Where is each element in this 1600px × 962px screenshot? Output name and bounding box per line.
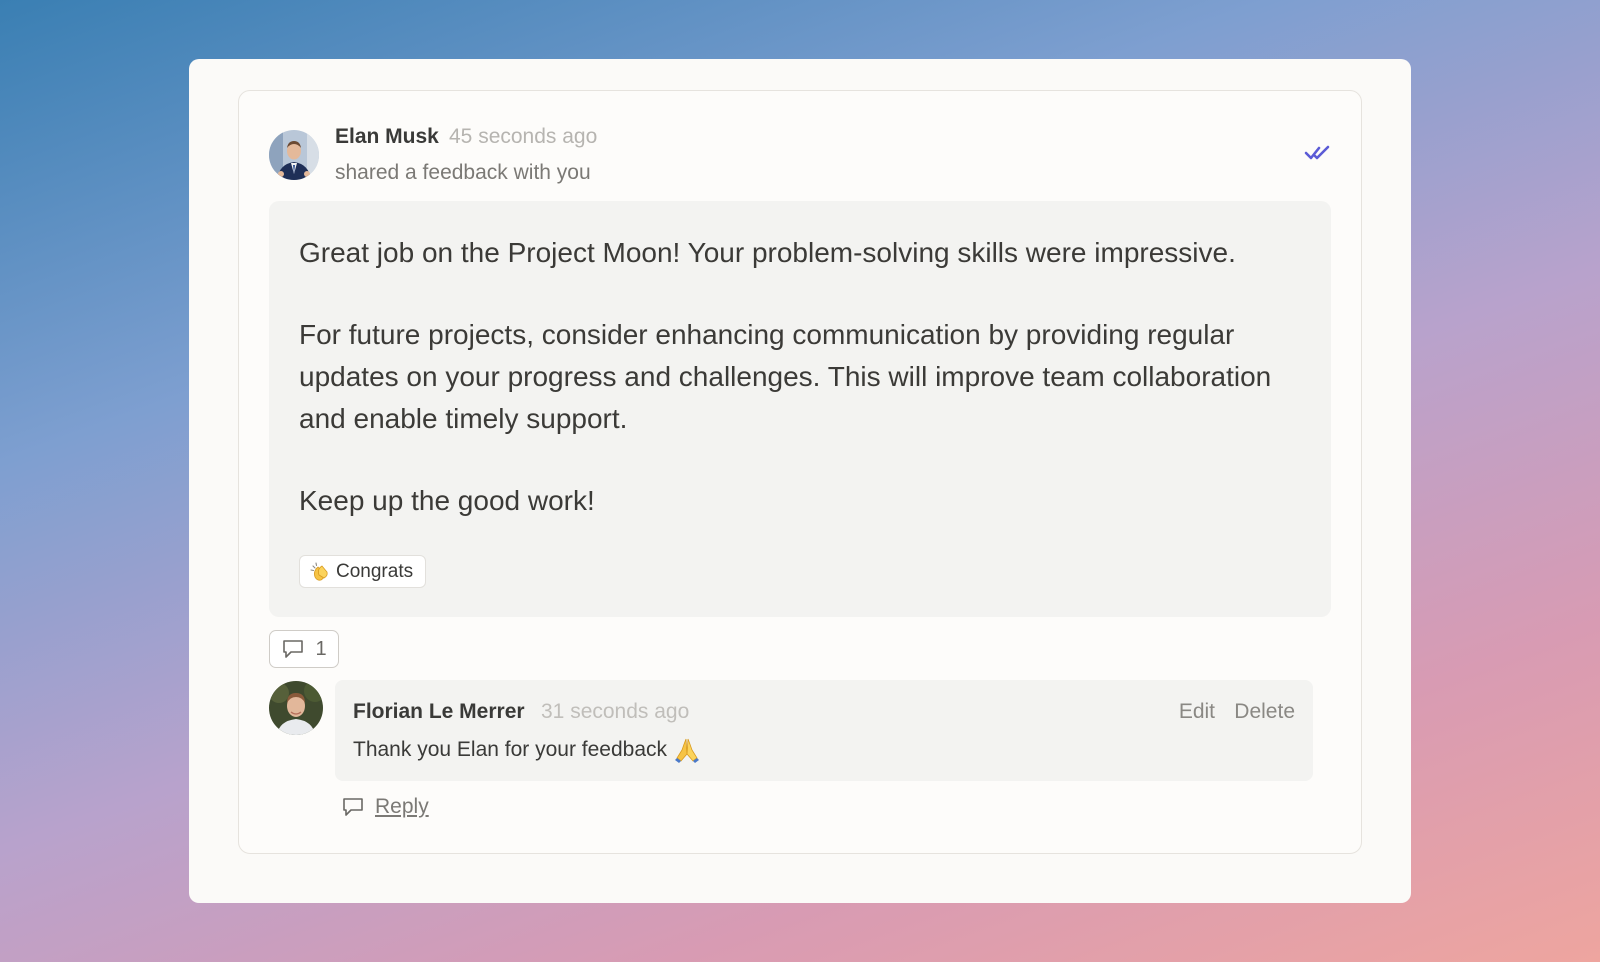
clapping-hands-icon [310, 561, 328, 581]
comment-text-row: Thank you Elan for your feedback [353, 736, 701, 764]
author-avatar[interactable] [269, 130, 319, 180]
comment-count-button[interactable]: 1 [269, 630, 339, 668]
commenter-avatar-image [269, 681, 323, 735]
comment-count: 1 [315, 637, 327, 660]
reply-button[interactable]: Reply [341, 795, 429, 819]
speech-bubble-icon [283, 640, 304, 658]
feedback-card: Elan Musk 45 seconds ago shared a feedba… [238, 90, 1362, 854]
comment-box: Florian Le Merrer 31 seconds ago Edit De… [335, 680, 1313, 781]
congrats-tag-label: Congrats [336, 560, 414, 582]
author-name[interactable]: Elan Musk [335, 125, 439, 149]
feedback-paragraph: Keep up the good work! [299, 485, 595, 516]
congrats-tag[interactable]: Congrats [299, 555, 427, 588]
delete-comment-button[interactable]: Delete [1234, 700, 1295, 724]
commenter-avatar[interactable] [269, 681, 323, 735]
reply-label: Reply [375, 795, 429, 818]
feedback-message: Great job on the Project Moon! Your prob… [269, 201, 1331, 617]
double-check-icon [1304, 145, 1330, 160]
feedback-paragraph: Great job on the Project Moon! Your prob… [299, 237, 1236, 268]
folded-hands-icon [675, 738, 700, 763]
feedback-paragraph: For future projects, consider enhancing … [299, 319, 1272, 434]
post-action-text: shared a feedback with you [335, 161, 591, 184]
comment-text: Thank you Elan for your feedback [353, 738, 668, 761]
feedback-window: Elan Musk 45 seconds ago shared a feedba… [189, 59, 1411, 903]
commenter-name[interactable]: Florian Le Merrer [353, 700, 525, 724]
post-timestamp: 45 seconds ago [449, 125, 598, 148]
speech-bubble-icon [343, 798, 363, 816]
comment-timestamp: 31 seconds ago [541, 700, 690, 723]
author-avatar-image [269, 130, 319, 180]
edit-comment-button[interactable]: Edit [1179, 700, 1215, 724]
